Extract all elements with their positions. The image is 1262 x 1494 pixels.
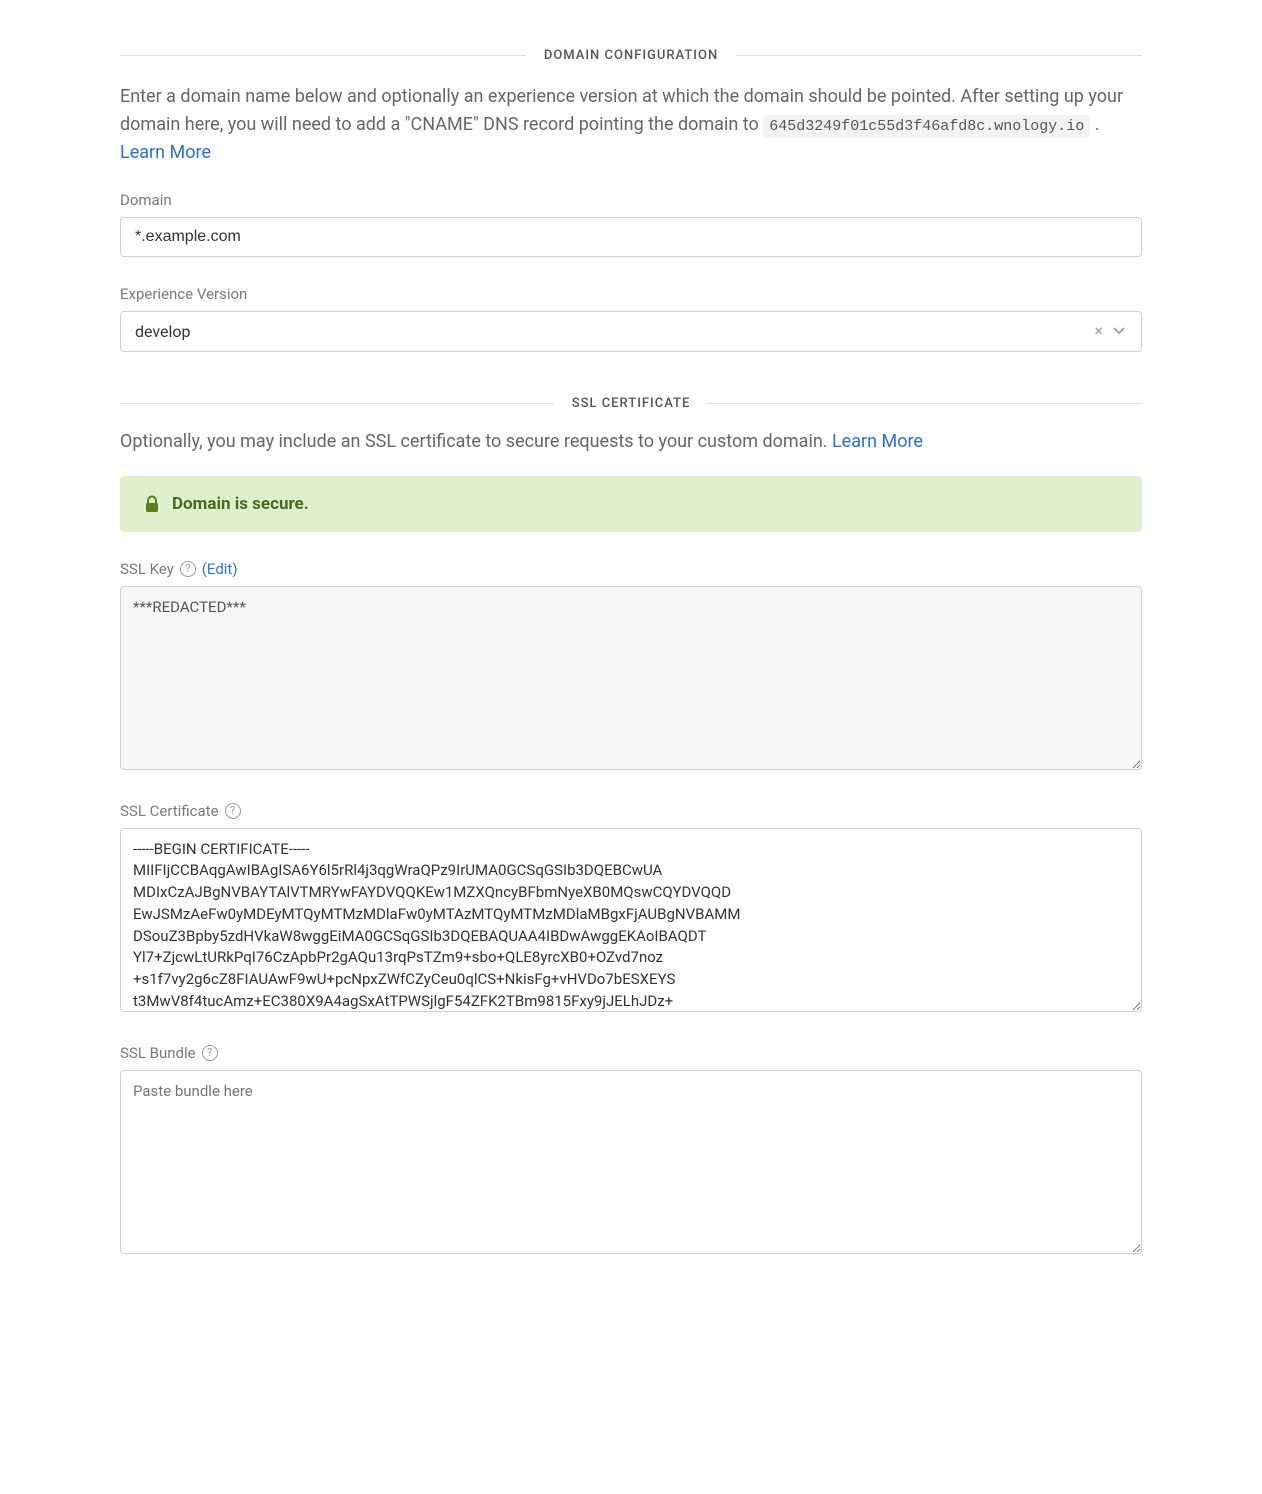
lock-icon <box>144 495 160 513</box>
domain-config-title: DOMAIN CONFIGURATION <box>526 48 736 63</box>
experience-version-select[interactable]: develop × <box>120 311 1142 352</box>
chevron-down-icon[interactable] <box>1109 327 1129 335</box>
help-icon[interactable]: ? <box>202 1045 218 1061</box>
ssl-intro-text: Optionally, you may include an SSL certi… <box>120 431 832 452</box>
ssl-key-textarea[interactable] <box>120 586 1142 770</box>
ssl-learn-more-link[interactable]: Learn More <box>832 431 923 452</box>
experience-version-label: Experience Version <box>120 285 247 303</box>
ssl-intro: Optionally, you may include an SSL certi… <box>120 431 1142 452</box>
ssl-bundle-label: SSL Bundle <box>120 1044 196 1062</box>
ssl-cert-textarea[interactable] <box>120 828 1142 1012</box>
domain-config-intro: Enter a domain name below and optionally… <box>120 83 1142 167</box>
domain-learn-more-link[interactable]: Learn More <box>120 142 211 163</box>
cname-target-code: 645d3249f01c55d3f46afd8c.wnology.io <box>763 115 1090 138</box>
clear-icon[interactable]: × <box>1088 323 1109 339</box>
ssl-cert-title: SSL CERTIFICATE <box>554 396 709 411</box>
intro-text-post: . <box>1090 114 1099 135</box>
domain-label: Domain <box>120 191 172 209</box>
domain-config-divider: DOMAIN CONFIGURATION <box>120 48 1142 63</box>
ssl-key-label: SSL Key <box>120 560 174 578</box>
ssl-bundle-textarea[interactable] <box>120 1070 1142 1254</box>
ssl-cert-divider: SSL CERTIFICATE <box>120 396 1142 411</box>
help-icon[interactable]: ? <box>180 561 196 577</box>
ssl-key-edit-link[interactable]: (Edit) <box>202 560 238 578</box>
experience-version-value: develop <box>135 322 1088 341</box>
ssl-cert-label: SSL Certificate <box>120 802 219 820</box>
domain-input[interactable] <box>120 217 1142 257</box>
domain-secure-banner: Domain is secure. <box>120 476 1142 532</box>
domain-secure-text: Domain is secure. <box>172 494 309 514</box>
help-icon[interactable]: ? <box>225 803 241 819</box>
